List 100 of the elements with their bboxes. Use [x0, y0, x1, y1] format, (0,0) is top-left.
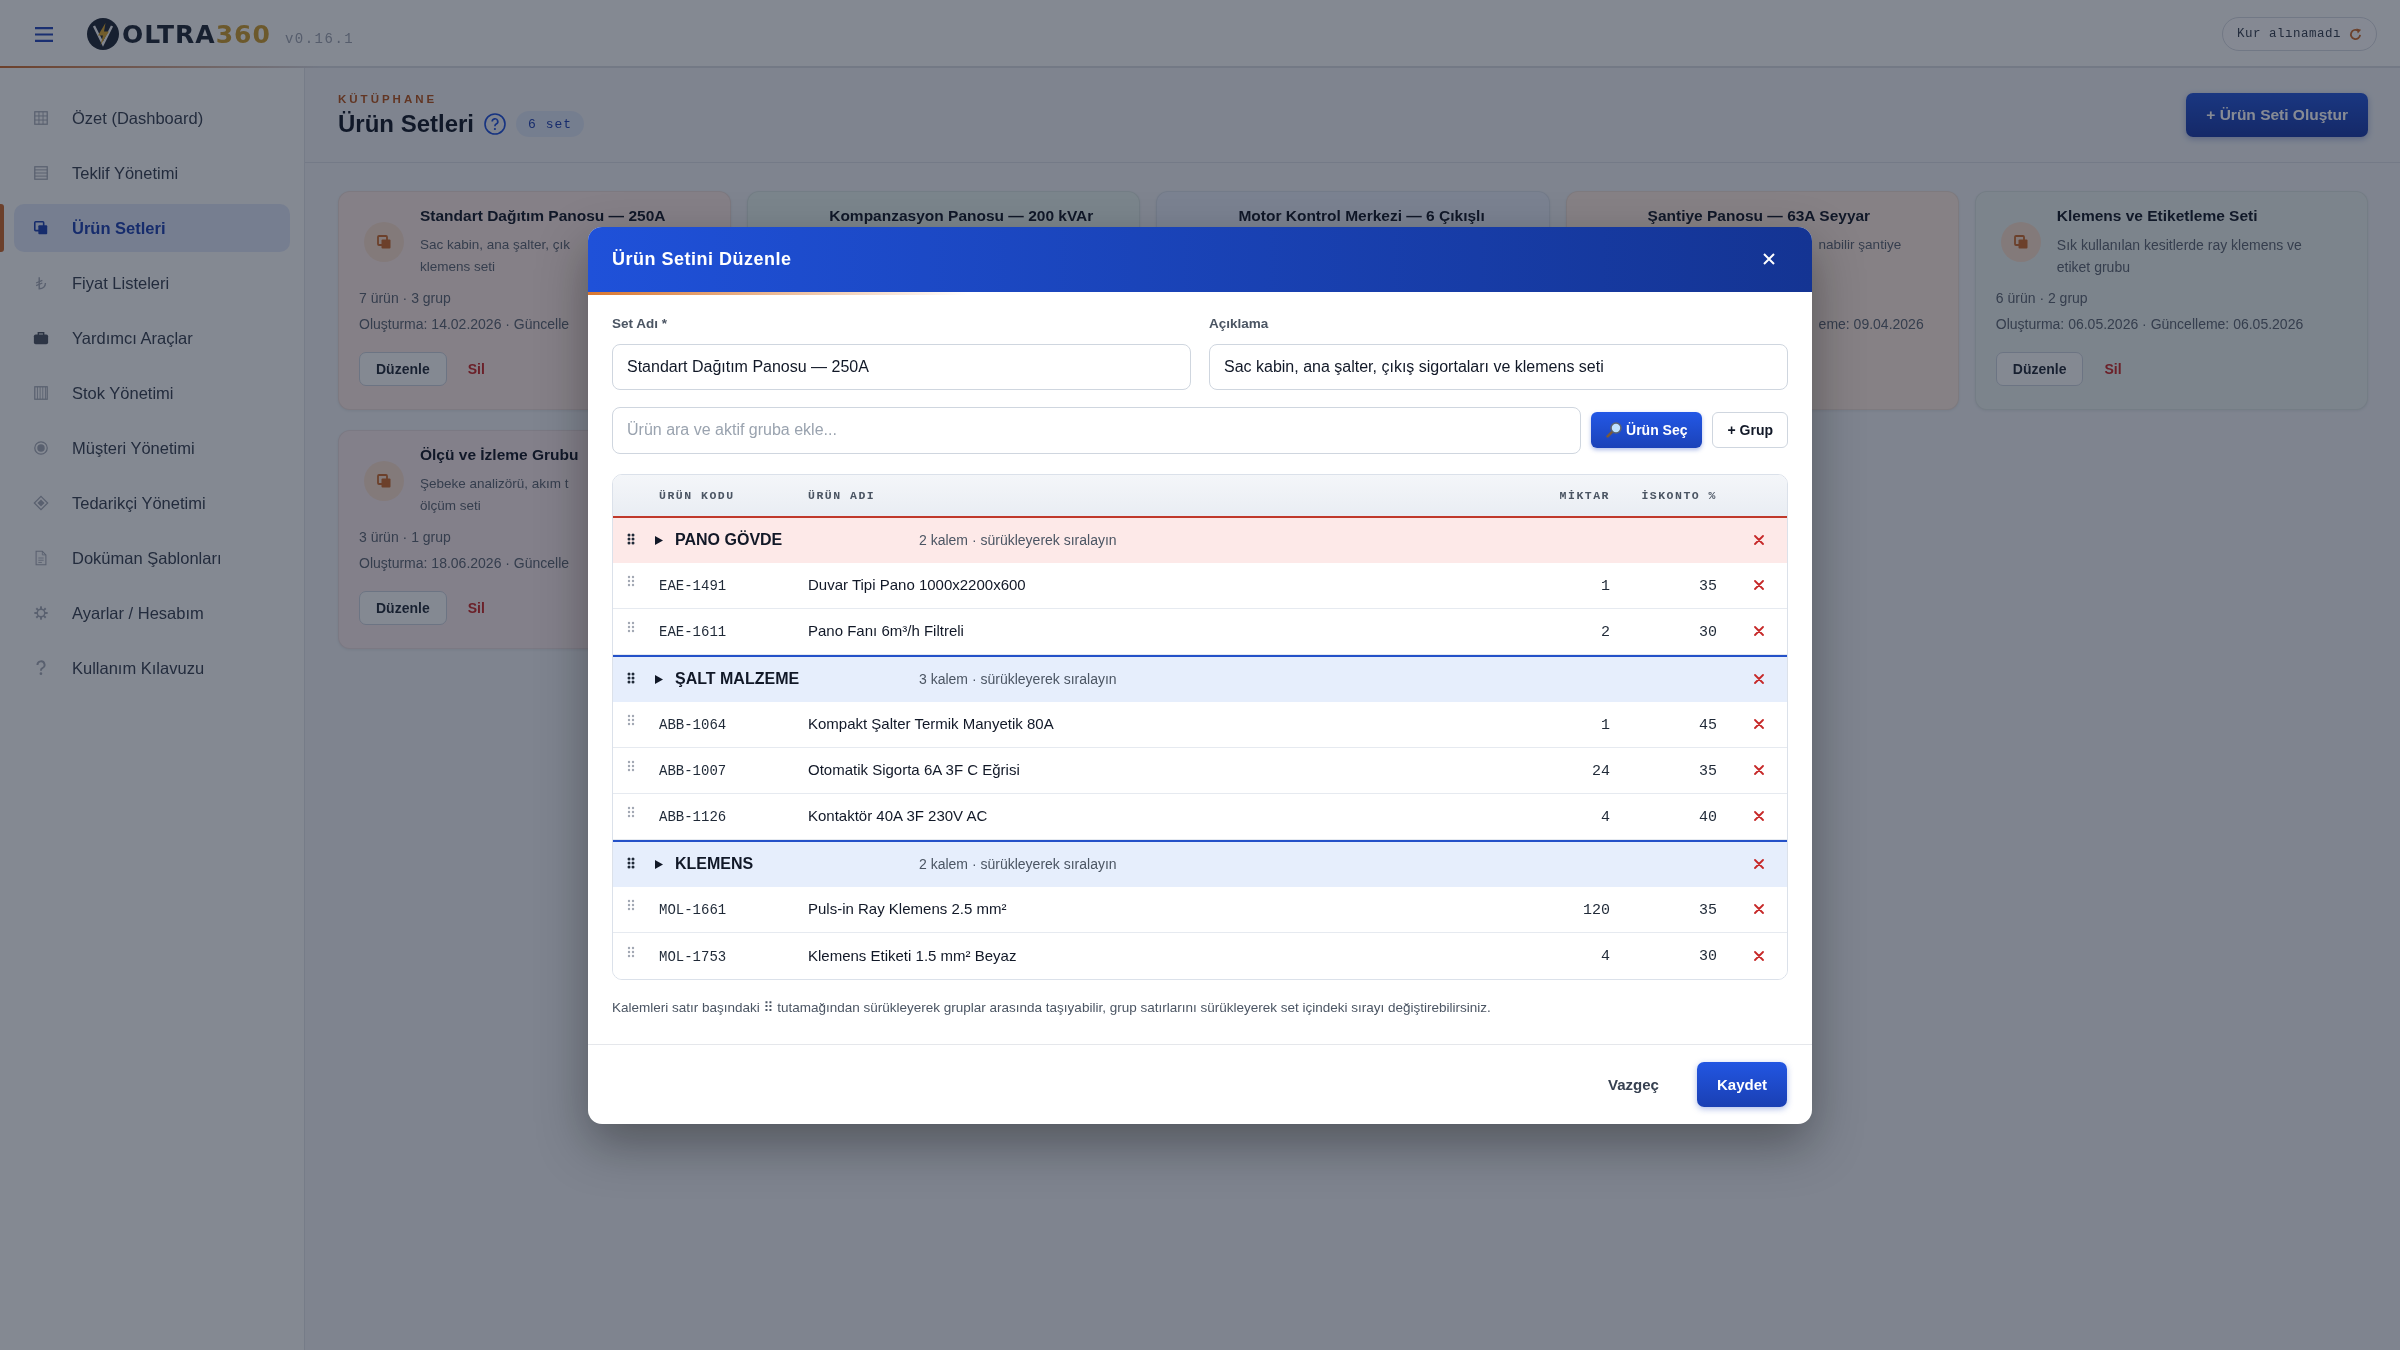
product-code: MOL-1753: [659, 948, 727, 965]
card-counts: 6 ürün · 2 grup: [1995, 289, 2088, 308]
briefcase-icon: [33, 330, 49, 346]
pick-product-button[interactable]: Ürün Seç: [1591, 412, 1703, 448]
sidebar-item[interactable]: Tedarikçi Yönetimi: [14, 479, 290, 527]
quantity-value: 24: [1592, 762, 1610, 780]
drag-handle-icon[interactable]: [627, 621, 635, 633]
product-code: ABB-1126: [659, 809, 727, 825]
create-set-button[interactable]: + Ürün Seti Oluştur: [2186, 93, 2368, 137]
help-icon[interactable]: [484, 113, 507, 135]
card-dates: eme: 09.04.2026: [1818, 315, 1924, 334]
column-header: İSKONTO %: [1641, 488, 1717, 502]
cross-icon: [1754, 765, 1764, 775]
product-name: Puls-in Ray Klemens 2.5 mm²: [808, 900, 1007, 917]
add-group-button[interactable]: + Grup: [1712, 412, 1788, 448]
drag-handle-icon[interactable]: [627, 672, 635, 684]
field-label: Açıklama: [1209, 314, 1269, 333]
sidebar-item[interactable]: Teklif Yönetimi: [14, 149, 290, 197]
search-field[interactable]: Ürün ara ve aktif gruba ekle...: [612, 406, 1581, 454]
menu-icon[interactable]: [35, 26, 53, 42]
delete-button[interactable]: Sil: [461, 356, 491, 382]
product-code: MOL-1661: [659, 902, 727, 918]
caret-icon[interactable]: [655, 674, 663, 684]
copy-icon: [364, 461, 404, 501]
card-description: Sık kullanılan kesitlerde ray klemens ve etiket grubu: [2056, 236, 2303, 277]
discount-value: 45: [1699, 716, 1717, 734]
discount-value: 35: [1699, 577, 1717, 595]
sidebar-item[interactable]: Ayarlar / Hesabım: [14, 589, 290, 637]
drag-handle-icon[interactable]: [627, 575, 635, 587]
delete-button[interactable]: Sil: [461, 595, 491, 621]
drag-handle-icon[interactable]: [627, 806, 635, 818]
text-field[interactable]: Sac kabin, ana şalter, çıkış sigortaları ve klemens seti: [1209, 343, 1788, 390]
product-code: EAE-1611: [659, 624, 727, 640]
sidebar-item[interactable]: Doküman Şablonları: [14, 534, 290, 582]
cross-icon: [1754, 859, 1764, 869]
sidebar-item[interactable]: Stok Yönetimi: [14, 369, 290, 417]
edit-button[interactable]: Düzenle: [1995, 352, 2084, 386]
list-icon: [33, 165, 49, 181]
product-name: Pano Fanı 6m³/h Filtreli: [808, 622, 964, 639]
card-counts: 7 ürün · 3 grup: [359, 289, 451, 308]
cross-icon: [1754, 811, 1764, 821]
copy-icon: [364, 222, 404, 262]
group-row[interactable]: KLEMENS 2 kalem · sürükleyerek sıralayın: [613, 839, 1787, 887]
cross-icon: [1754, 580, 1764, 590]
quantity-value: 1: [1601, 716, 1610, 734]
product-name: Duvar Tipi Pano 1000x2200x600: [808, 576, 1026, 593]
card-description: nabilir şantiye: [1818, 236, 1902, 254]
sidebar-item[interactable]: Yardımcı Araçlar: [14, 314, 290, 362]
quantity-value: 2: [1601, 623, 1610, 641]
sidebar-item[interactable]: Özet (Dashboard): [14, 94, 290, 142]
lira-icon: [33, 275, 49, 291]
card-counts: 3 ürün · 1 grup: [359, 528, 451, 547]
caret-icon[interactable]: [655, 859, 663, 869]
edit-button[interactable]: Düzenle: [359, 352, 447, 386]
group-name: KLEMENS: [675, 855, 754, 872]
drag-handle-icon[interactable]: [627, 945, 635, 958]
save-button[interactable]: Kaydet: [1696, 1061, 1787, 1107]
product-code: EAE-1491: [659, 578, 727, 594]
quantity-value: 4: [1601, 948, 1610, 965]
grid-icon: [33, 110, 49, 126]
sidebar-item[interactable]: Fiyat Listeleri: [14, 259, 290, 307]
drag-handle-icon[interactable]: [627, 760, 635, 772]
exchange-rate-button[interactable]: Kur alınamadı: [2221, 17, 2377, 51]
delete-button[interactable]: Sil: [2098, 356, 2128, 382]
section-eyebrow: KÜTÜPHANE: [338, 92, 438, 107]
drag-handle-icon[interactable]: [627, 533, 635, 545]
group-name: ŞALT MALZEME: [675, 670, 800, 687]
group-row[interactable]: PANO GÖVDE 2 kalem · sürükleyerek sıralayın: [613, 515, 1787, 563]
group-name: PANO GÖVDE: [675, 531, 783, 548]
drag-handle-icon[interactable]: [627, 899, 635, 911]
logo-icon: [87, 18, 119, 50]
quantity-value: 1: [1601, 577, 1610, 595]
sidebar-item[interactable]: Müşteri Yönetimi: [14, 424, 290, 472]
group-row[interactable]: ŞALT MALZEME 3 kalem · sürükleyerek sıralayın: [613, 654, 1787, 702]
drag-handle-icon[interactable]: [627, 857, 635, 869]
count-badge: 6 set: [516, 111, 585, 137]
cancel-button[interactable]: Vazgeç: [1604, 1075, 1663, 1093]
search-icon: [1606, 422, 1622, 438]
drag-handle-icon[interactable]: [627, 714, 635, 726]
cross-icon: [1754, 950, 1764, 961]
card-title: Ölçü ve İzleme Grubu: [420, 445, 579, 465]
cross-icon: [1754, 535, 1764, 545]
group-summary: 2 kalem · sürükleyerek sıralayın: [919, 856, 1117, 872]
sidebar-item[interactable]: Kullanım Kılavuzu: [14, 644, 290, 692]
cross-icon: [1754, 674, 1764, 684]
cross-icon: [1754, 719, 1764, 729]
sidebar-item[interactable]: Ürün Setleri: [14, 204, 290, 252]
edit-button[interactable]: Düzenle: [359, 591, 447, 625]
copy-icon: [2000, 222, 2041, 262]
field-label: Set Adı *: [612, 314, 667, 333]
discount-value: 30: [1699, 623, 1717, 641]
copy-icon: [33, 220, 49, 236]
document-icon: [33, 550, 49, 566]
refresh-icon: [2349, 27, 2362, 41]
card-title: Standart Dağıtım Panosu — 250A: [420, 206, 666, 226]
barcode-icon: [33, 385, 49, 401]
selection-bar: [0, 204, 4, 252]
product-name: Kontaktör 40A 3F 230V AC: [808, 807, 988, 824]
caret-icon[interactable]: [655, 535, 663, 545]
text-field[interactable]: Standart Dağıtım Panosu — 250A: [612, 343, 1191, 390]
